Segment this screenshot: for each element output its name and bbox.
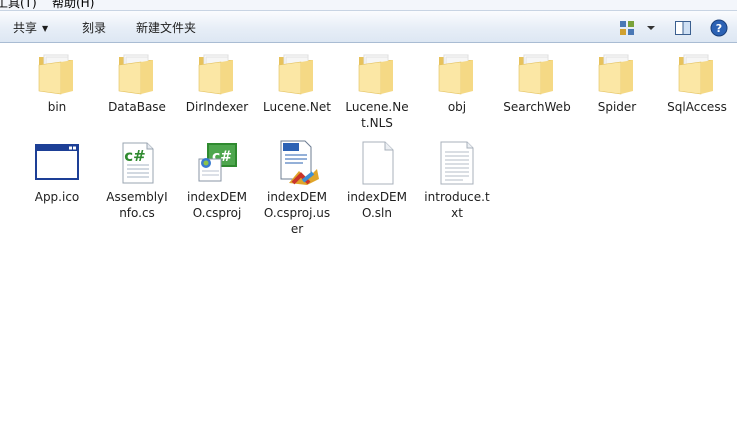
burn-button[interactable]: 刻录 bbox=[82, 19, 106, 37]
file-item[interactable]: c# indexDEMO.csproj bbox=[178, 139, 256, 221]
svg-text:c#: c# bbox=[124, 147, 145, 165]
menu-help[interactable]: 帮助(H) bbox=[52, 0, 94, 10]
item-label: SearchWeb bbox=[503, 100, 571, 114]
folder-item[interactable]: Lucene.Net bbox=[258, 49, 336, 115]
chevron-down-icon[interactable] bbox=[640, 17, 662, 39]
item-label: App.ico bbox=[34, 190, 80, 204]
item-label: indexDEMO.csproj.user bbox=[263, 190, 331, 236]
item-label: Lucene.Net.NLS bbox=[345, 100, 409, 130]
icon-file-icon bbox=[33, 139, 81, 187]
item-label: Spider bbox=[597, 100, 637, 114]
item-label: indexDEMO.sln bbox=[346, 190, 407, 220]
solution-file-icon bbox=[353, 139, 401, 187]
folder-icon bbox=[33, 49, 81, 97]
item-label: SqlAccess bbox=[667, 100, 727, 114]
view-options-icon[interactable] bbox=[616, 17, 638, 39]
item-label: indexDEMO.csproj bbox=[186, 190, 247, 220]
folder-item[interactable]: bin bbox=[18, 49, 96, 115]
new-folder-button[interactable]: 新建文件夹 bbox=[136, 19, 196, 37]
item-label: Lucene.Net bbox=[263, 100, 331, 114]
folder-item[interactable]: Spider bbox=[578, 49, 656, 115]
folder-item[interactable]: SqlAccess bbox=[658, 49, 736, 115]
project-user-file-icon bbox=[273, 139, 321, 187]
file-item[interactable]: c# AssemblyInfo.cs bbox=[98, 139, 176, 221]
folder-icon bbox=[433, 49, 481, 97]
folder-icon bbox=[673, 49, 721, 97]
folder-icon bbox=[113, 49, 161, 97]
folder-item[interactable]: obj bbox=[418, 49, 496, 115]
csproj-file-icon: c# bbox=[193, 139, 241, 187]
item-label: DataBase bbox=[108, 100, 166, 114]
folder-item[interactable]: DataBase bbox=[98, 49, 176, 115]
file-item[interactable]: introduce.txt bbox=[418, 139, 496, 221]
text-file-icon bbox=[433, 139, 481, 187]
burn-label: 刻录 bbox=[82, 21, 107, 35]
item-label: introduce.txt bbox=[424, 190, 490, 220]
folder-item[interactable]: SearchWeb bbox=[498, 49, 576, 115]
item-label: DirIndexer bbox=[185, 100, 249, 114]
share-button[interactable]: 共享 ▼ bbox=[13, 19, 48, 37]
folder-icon bbox=[353, 49, 401, 97]
file-item[interactable]: indexDEMO.csproj.user bbox=[258, 139, 336, 237]
menu-tools[interactable]: 工具(T) bbox=[0, 0, 37, 10]
item-label: obj bbox=[447, 100, 467, 114]
csharp-file-icon: c# bbox=[113, 139, 161, 187]
folder-icon bbox=[593, 49, 641, 97]
command-bar: 共享 ▼ 刻录 新建文件夹 ? bbox=[0, 10, 737, 43]
help-icon[interactable]: ? bbox=[708, 17, 730, 39]
folder-icon bbox=[193, 49, 241, 97]
share-label: 共享 bbox=[13, 21, 38, 35]
svg-text:?: ? bbox=[716, 22, 722, 35]
folder-item[interactable]: DirIndexer bbox=[178, 49, 256, 115]
folder-icon bbox=[273, 49, 321, 97]
preview-pane-icon[interactable] bbox=[672, 17, 694, 39]
item-label: bin bbox=[47, 100, 67, 114]
folder-icon bbox=[513, 49, 561, 97]
menu-bar: 工具(T) 帮助(H) bbox=[0, 0, 737, 10]
file-item[interactable]: App.ico bbox=[18, 139, 96, 205]
folder-item[interactable]: Lucene.Net.NLS bbox=[338, 49, 416, 131]
new-folder-label: 新建文件夹 bbox=[136, 21, 197, 35]
item-label: AssemblyInfo.cs bbox=[106, 190, 168, 220]
file-item[interactable]: indexDEMO.sln bbox=[338, 139, 416, 221]
chevron-down-icon: ▼ bbox=[42, 24, 49, 33]
